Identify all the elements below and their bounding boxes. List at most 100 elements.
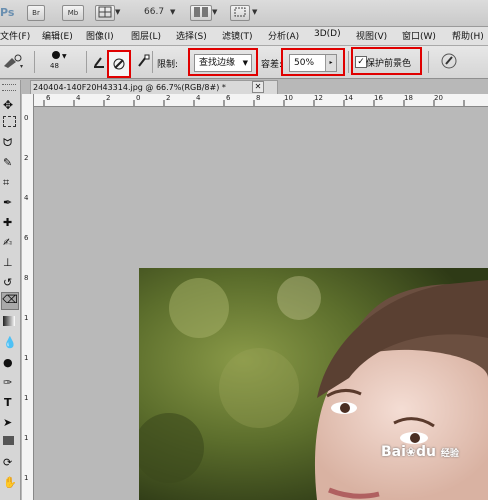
document-tab[interactable]: 240404-140F20H43314.jpg @ 66.7%(RGB/8#) …	[30, 80, 278, 95]
portrait-photo	[139, 268, 488, 500]
menu-image[interactable]: 图像(I)	[86, 29, 114, 42]
zoom-dropdown-icon[interactable]: ▼	[170, 8, 175, 16]
pen-pressure-icon	[441, 53, 457, 69]
baidu-watermark: Bai❀du 经验	[381, 444, 459, 460]
3d-rotate-tool-icon[interactable]: ⟳	[3, 456, 12, 469]
background-eraser-icon: ▾	[4, 54, 23, 70]
lasso-tool-icon[interactable]: ᗢ	[3, 136, 12, 150]
ruler-tick-label: 16	[374, 94, 383, 102]
ruler-tick-label: 1	[24, 394, 29, 402]
menu-file[interactable]: 文件(F)	[0, 29, 30, 42]
ruler-tick-label: 18	[404, 94, 413, 102]
ruler-tick-label: 4	[76, 94, 81, 102]
sampling-once-icon	[113, 58, 125, 70]
ruler-tick-label: 1	[24, 434, 29, 442]
screen-mode-icon	[234, 7, 246, 17]
tablet-pressure-button[interactable]	[440, 52, 458, 73]
ruler-tick-label: 2	[106, 94, 111, 102]
ruler-tick-label: 4	[196, 94, 201, 102]
document-image[interactable]: Bai❀du 经验	[139, 268, 488, 500]
protect-foreground-label: 保护前景色	[366, 59, 412, 69]
tolerance-value: 50%	[294, 58, 315, 68]
ruler-tick-label: 2	[166, 94, 171, 102]
ruler-tick-label: 20	[434, 94, 443, 102]
watermark-text-suffix: du	[415, 444, 436, 460]
ruler-tick-label: 10	[284, 94, 293, 102]
ruler-tick-label: 8	[256, 94, 261, 102]
zoom-level[interactable]: 66.7	[144, 7, 164, 17]
ruler-tick-label: 1	[24, 354, 29, 362]
history-brush-tool-icon[interactable]: ↺	[3, 276, 12, 289]
arrange-icon	[194, 7, 208, 17]
brush-tip-icon	[52, 51, 60, 59]
tolerance-label: 容差:	[261, 60, 283, 70]
ruler-tick-label: 8	[24, 274, 29, 282]
sampling-continuous-button[interactable]	[92, 54, 108, 73]
horizontal-ruler[interactable]: 6 4 2 0 2 4 6 8 10 12 14 16 18 20	[30, 94, 488, 107]
dodge-tool-icon[interactable]: ●	[3, 356, 13, 369]
arrange-dropdown-icon[interactable]: ▼	[212, 8, 217, 16]
tolerance-slider-toggle-icon[interactable]: ▸	[325, 55, 336, 71]
healing-brush-tool-icon[interactable]: ✚	[3, 216, 12, 229]
svg-text:▾: ▾	[20, 63, 23, 70]
quick-selection-tool-icon[interactable]: ✎	[3, 156, 12, 169]
bridge-button[interactable]: Br	[27, 5, 45, 21]
ruler-tick-label: 6	[24, 234, 29, 242]
ruler-tick-label: 4	[24, 194, 29, 202]
mini-bridge-button[interactable]: Mb	[62, 5, 84, 21]
screen-mode-button[interactable]	[230, 5, 250, 21]
view-extras-button[interactable]	[95, 5, 115, 21]
brush-dropdown-icon: ▼	[62, 53, 67, 60]
path-selection-tool-icon[interactable]: ➤	[3, 416, 12, 429]
screen-mode-dropdown-icon[interactable]: ▼	[252, 8, 257, 16]
hand-tool-icon[interactable]: ✋	[3, 476, 17, 489]
clone-stamp-tool-icon[interactable]: ⊥	[3, 256, 13, 269]
grid-icon	[98, 6, 112, 18]
sampling-continuous-icon	[94, 57, 104, 68]
menu-edit[interactable]: 编辑(E)	[42, 29, 73, 42]
brush-size: 48	[50, 62, 59, 70]
ruler-tick-label: 14	[344, 94, 353, 102]
toolbar-grip[interactable]	[2, 84, 16, 91]
menu-filter[interactable]: 滤镜(T)	[222, 29, 253, 42]
crop-tool-icon[interactable]: ⌗	[3, 176, 9, 190]
move-tool-icon[interactable]: ✥	[3, 98, 13, 112]
marquee-tool-icon[interactable]	[3, 116, 16, 127]
eyedropper-tool-icon[interactable]: ✒	[3, 196, 12, 209]
vertical-ruler[interactable]: 0 2 4 6 8 1 1 1 1 1	[22, 94, 34, 500]
tolerance-input[interactable]: 50% ▸	[289, 54, 337, 72]
brush-tool-icon[interactable]: ✍	[3, 236, 12, 249]
ruler-tick-label: 1	[24, 314, 29, 322]
menu-3d[interactable]: 3D(D)	[314, 29, 341, 39]
ruler-tick-label: 12	[314, 94, 323, 102]
close-tab-icon[interactable]: ✕	[252, 81, 264, 93]
limits-value: 查找边缘	[199, 58, 236, 68]
pen-tool-icon[interactable]: ✑	[3, 376, 12, 389]
menu-view[interactable]: 视图(V)	[356, 29, 387, 42]
arrange-documents-button[interactable]	[190, 5, 212, 21]
ruler-tick-label: 2	[24, 154, 29, 162]
sampling-once-button[interactable]	[107, 50, 131, 78]
chevron-down-icon: ▼	[242, 59, 248, 67]
ruler-tick-label: 6	[226, 94, 231, 102]
gradient-tool-icon[interactable]	[3, 316, 15, 326]
menu-window[interactable]: 窗口(W)	[402, 29, 436, 42]
photoshop-logo: Ps	[0, 6, 15, 19]
brush-picker[interactable]: 48 ▼	[46, 49, 68, 73]
ruler-tick-label: 0	[136, 94, 141, 102]
menu-help[interactable]: 帮助(H)	[452, 29, 484, 42]
limits-select[interactable]: 查找边缘 ▼	[194, 54, 252, 72]
chevron-down-icon[interactable]: ▼	[115, 8, 120, 16]
tool-preset-picker[interactable]: ▾	[2, 52, 26, 73]
menu-analysis[interactable]: 分析(A)	[268, 29, 299, 42]
ruler-tick-label: 6	[46, 94, 51, 102]
tools-panel: ✥ ᗢ ✎ ⌗ ✒ ✚ ✍ ⊥ ↺ ⌫ 💧 ● ✑ T ➤ ⟳ ✋	[0, 80, 21, 500]
type-tool-icon[interactable]: T	[4, 396, 12, 409]
menu-select[interactable]: 选择(S)	[176, 29, 207, 42]
sampling-background-swatch-button[interactable]	[135, 53, 151, 72]
shape-tool-icon[interactable]	[3, 436, 14, 445]
watermark-subtext: 经验	[440, 449, 459, 459]
blur-tool-icon[interactable]: 💧	[3, 336, 17, 349]
menu-layer[interactable]: 图层(L)	[131, 29, 161, 42]
eraser-tool-icon[interactable]: ⌫	[1, 292, 19, 310]
